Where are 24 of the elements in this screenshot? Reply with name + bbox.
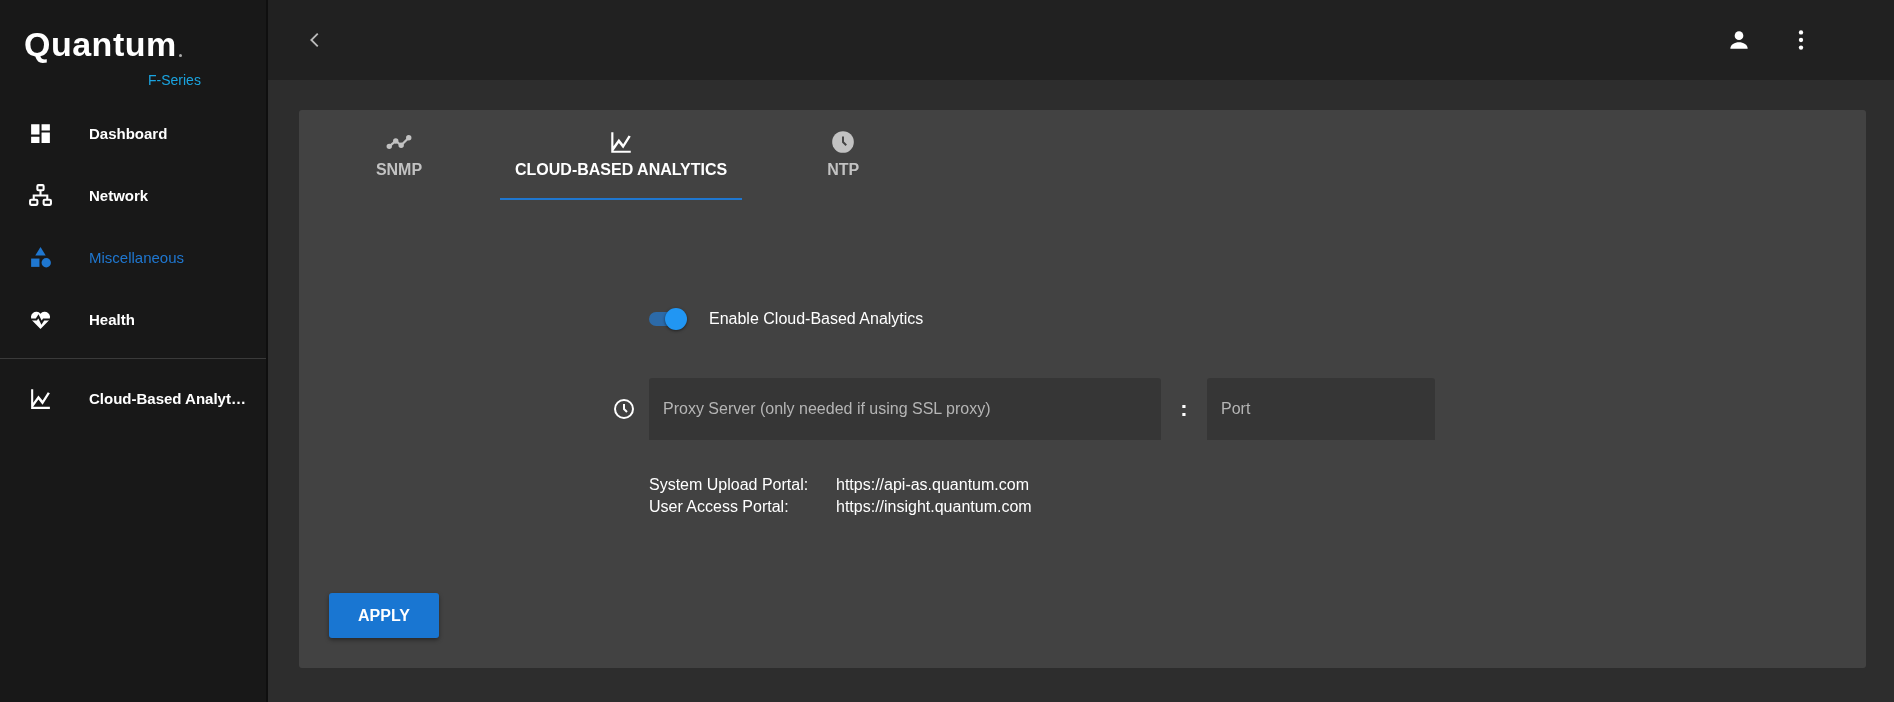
logo-text: Quantum xyxy=(24,26,177,62)
sidebar-item[interactable]: Network xyxy=(0,164,266,226)
portal-url: https://api-as.quantum.com xyxy=(836,475,1030,495)
portal-url: https://insight.quantum.com xyxy=(836,497,1033,517)
network-tree-icon xyxy=(28,182,53,208)
toggle-label: Enable Cloud-Based Analytics xyxy=(709,310,924,328)
tab[interactable]: SNMP xyxy=(348,110,450,200)
registered-mark-icon xyxy=(178,54,182,57)
clock-icon xyxy=(612,397,636,421)
tab[interactable]: NTP xyxy=(792,110,895,200)
portal-label: System Upload Portal: xyxy=(649,475,810,495)
separator-colon: : xyxy=(1179,396,1189,422)
apply-button[interactable]: APPLY xyxy=(329,593,439,638)
shapes-icon xyxy=(28,244,53,270)
clock-icon xyxy=(830,129,857,155)
tab[interactable]: CLOUD-BASED ANALYTICS xyxy=(500,110,743,200)
port-field[interactable]: Port xyxy=(1207,378,1435,440)
proxy-server-field[interactable]: Proxy Server (only needed if using SSL proxy) xyxy=(649,378,1161,440)
product-series-label: F-Series xyxy=(148,72,201,88)
portal-label: User Access Portal: xyxy=(649,497,790,517)
sidebar-item[interactable]: Dashboard xyxy=(0,102,266,164)
sidebar-item[interactable]: Health xyxy=(0,288,266,350)
sidebar-item[interactable]: Cloud-Based Analyt… xyxy=(0,367,266,429)
sidebar-item[interactable]: Miscellaneous xyxy=(0,226,266,288)
